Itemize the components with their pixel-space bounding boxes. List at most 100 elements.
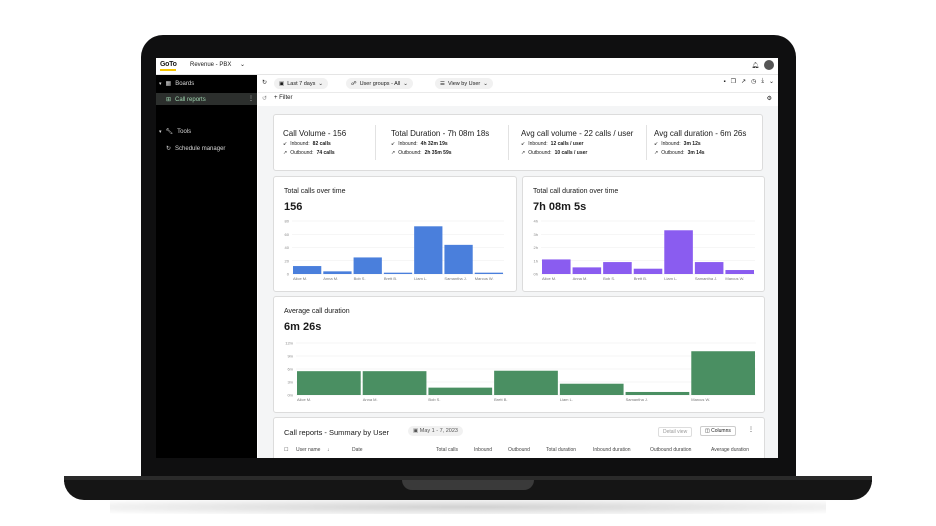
divider (375, 125, 376, 160)
save-icon[interactable]: ▪ (724, 79, 726, 85)
chart-bar[interactable] (297, 371, 361, 395)
chart-bar[interactable] (383, 272, 413, 274)
phone-in-icon: ↙ (654, 141, 659, 147)
chevron-down-icon[interactable]: ⌄ (769, 78, 774, 85)
chart-value: 156 (284, 201, 303, 213)
x-tick-label: Bob S. (428, 397, 440, 402)
y-tick-label: 3h (534, 232, 538, 237)
chart-bar[interactable] (694, 262, 724, 274)
column-header-average-duration[interactable]: Average duration (711, 447, 749, 453)
wrench-icon: 🔧︎ (165, 129, 174, 135)
stat-outbound: ↗ Outbound: 10 calls / user (521, 150, 633, 156)
copy-icon[interactable]: ❐ (731, 78, 736, 85)
share-icon[interactable]: ↗ (741, 78, 746, 85)
y-tick-label: 12m (285, 341, 293, 346)
outbound-label: Outbound: (661, 150, 685, 156)
select-all-checkbox[interactable]: ☐ (284, 447, 288, 453)
avatar[interactable] (764, 60, 774, 70)
sidebar-item-call-reports[interactable]: ⊞ Call reports (166, 96, 206, 104)
x-tick-label: Alice M. (297, 397, 311, 402)
x-tick-label: Alice M. (542, 276, 556, 281)
user-groups-select[interactable]: ☍ User groups - All ⌄ (346, 78, 413, 89)
detail-view-button[interactable]: Detail view (658, 427, 693, 437)
y-tick-label: 3m (287, 380, 293, 385)
bell-icon[interactable]: 🔔︎ (751, 62, 759, 69)
chart-bar[interactable] (474, 272, 503, 274)
date-chip[interactable]: ▣ May 1 - 7, 2023 (408, 426, 463, 436)
chart-bar[interactable] (572, 267, 602, 274)
chart-bar[interactable] (353, 257, 382, 274)
chart-bar[interactable] (625, 391, 690, 395)
outbound-value: 2h 35m 59s (424, 150, 452, 156)
x-tick-label: Liam L. (414, 276, 427, 281)
sidebar-item-tools[interactable]: ▾ 🔧︎ Tools (159, 128, 191, 136)
workspace-title[interactable]: Revenue - PBX (190, 62, 231, 68)
toolbar-actions: ▪ ❐ ↗ ◷ ⤓ ⌄ (724, 78, 775, 85)
y-tick-label: 4h (534, 219, 538, 224)
more-options-icon[interactable]: ⋮ (248, 95, 254, 102)
gear-icon[interactable]: ⚙ (767, 95, 772, 102)
reset-icon[interactable]: ↺ (262, 95, 267, 102)
chart-bar[interactable] (633, 268, 663, 274)
x-tick-label: Brett B. (494, 397, 507, 402)
chart-bar[interactable] (725, 270, 754, 274)
sidebar-item-label: Boards (175, 80, 195, 87)
date-range-label: Last 7 days (287, 80, 316, 87)
chart-total-calls: 80 60 40 20 0Alice M. Anna M. Bob S. Brett B. Li… (285, 219, 504, 281)
download-icon[interactable]: ⤓ (761, 78, 764, 85)
chart-bar[interactable] (603, 262, 632, 274)
x-tick-label: Brett B. (634, 276, 647, 281)
chart-bar[interactable] (559, 383, 624, 395)
view-by-select[interactable]: ☰ View by User ⌄ (435, 78, 493, 89)
chart-bar[interactable] (691, 351, 755, 395)
column-header-total-calls[interactable]: Total calls (436, 447, 458, 453)
date-range-select[interactable]: ▣ Last 7 days ⌄ (274, 78, 328, 89)
chart-bar[interactable] (444, 244, 473, 274)
inbound-value: 4h 32m 19s (420, 141, 448, 147)
sort-down-icon[interactable]: ↓ (327, 447, 330, 453)
column-header-outbound-duration[interactable]: Outbound duration (650, 447, 691, 453)
chart-bar[interactable] (494, 370, 558, 395)
phone-out-icon: ↗ (654, 150, 659, 156)
column-header-user-name[interactable]: User name (296, 447, 320, 453)
chart-title: Average call duration (284, 308, 350, 315)
x-tick-label: Marcus W. (475, 276, 494, 281)
y-tick-label: 9m (287, 354, 293, 359)
chart-total-duration: 4h 3h 2h 1h 0h Alice M. Anna M. Bob S. Brett B. L… (534, 219, 755, 281)
caret-icon: ▾ (159, 128, 162, 135)
column-header-date[interactable]: Date (352, 447, 363, 453)
chart-bar[interactable] (542, 259, 571, 274)
clock-icon[interactable]: ◷ (751, 78, 756, 85)
columns-button[interactable]: ◫ Columns (700, 426, 736, 436)
column-header-inbound[interactable]: Inbound (474, 447, 492, 453)
inbound-label: Inbound: (528, 141, 548, 147)
chevron-down-icon[interactable]: ⌄ (240, 61, 245, 68)
column-header-total-duration[interactable]: Total duration (546, 447, 576, 453)
more-options-icon[interactable]: ⋮ (748, 426, 754, 433)
chart-bar[interactable] (323, 271, 352, 274)
stat-inbound: ↙ Inbound: 4h 32m 19s (391, 141, 489, 147)
sidebar-item-boards[interactable]: ▾ ▦ Boards (159, 80, 195, 88)
stat-outbound: ↗ Outbound: 3m 14s (654, 150, 746, 156)
report-toolbar: ↻ ▣ Last 7 days ⌄ ☍ User groups - All ⌄ … (258, 75, 778, 93)
chart-card-total-calls: Total calls over time 156 80 60 40 20 0 Alice… (273, 176, 517, 292)
column-header-outbound[interactable]: Outbound (508, 447, 530, 453)
user-groups-label: User groups - All (359, 80, 401, 87)
outbound-label: Outbound: (290, 150, 314, 156)
chart-bar[interactable] (428, 387, 493, 395)
outbound-value: 10 calls / user (554, 150, 588, 156)
x-tick-label: Samantha J. (695, 276, 717, 281)
chart-bar[interactable] (362, 371, 427, 395)
chart-bar[interactable] (293, 266, 322, 274)
chart-bar[interactable] (414, 226, 443, 274)
x-tick-label: Anna M. (363, 397, 378, 402)
sidebar-item-schedule-manager[interactable]: ↻ Schedule manager (166, 145, 225, 153)
x-tick-label: Brett B. (384, 276, 397, 281)
refresh-icon[interactable]: ↻ (262, 79, 267, 86)
chart-title: Total call duration over time (533, 188, 619, 195)
filter-button[interactable]: + Filter (274, 95, 293, 101)
top-right-controls: 🔔︎ (751, 60, 774, 70)
column-header-inbound-duration[interactable]: Inbound duration (593, 447, 631, 453)
chart-bar[interactable] (664, 230, 693, 274)
x-tick-label: Alice M. (293, 276, 307, 281)
